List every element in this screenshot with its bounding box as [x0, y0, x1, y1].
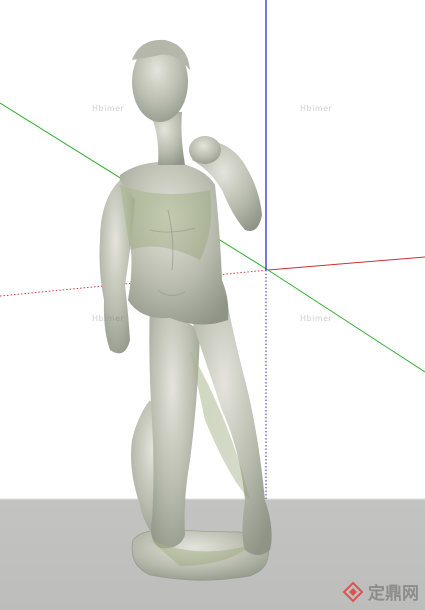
diamond-logo-icon: [342, 581, 364, 602]
3d-viewport[interactable]: Hbimer Hbimer Hbimer Hbimer 定鼎网: [0, 0, 425, 610]
watermark: Hbimer: [300, 314, 333, 323]
red-axis: [267, 256, 425, 271]
logo-text: 定鼎网: [368, 584, 419, 604]
green-axis-front: [267, 269, 425, 373]
site-logo: 定鼎网: [342, 579, 419, 604]
watermark: Hbimer: [92, 314, 125, 323]
watermark: Hbimer: [92, 104, 125, 113]
watermark: Hbimer: [300, 104, 333, 113]
scene-canvas: [0, 0, 425, 581]
statue-model[interactable]: [99, 39, 272, 581]
